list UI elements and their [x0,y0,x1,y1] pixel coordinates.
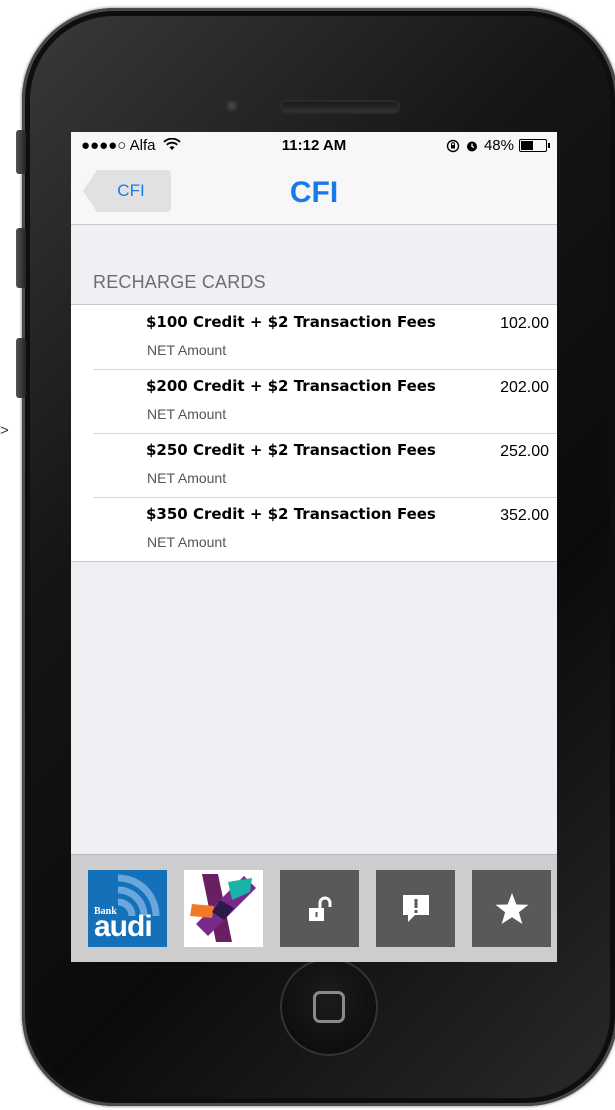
section-header: RECHARGE CARDS [93,272,266,292]
home-square-icon [313,991,345,1023]
card-amount: 102.00 [500,315,549,332]
favorites-button[interactable] [472,870,551,947]
rotation-lock-icon [446,139,460,152]
unlock-icon [308,896,331,921]
colorful-star-logo-icon [190,874,256,942]
card-amount: 352.00 [500,507,549,524]
card-title: $250 Credit + $2 Transaction Fees [146,441,436,459]
card-title: $350 Credit + $2 Transaction Fees [146,505,436,523]
battery-percent: 48% [483,137,514,154]
list-item[interactable]: $250 Credit + $2 Transaction Fees NET Am… [71,433,557,497]
status-right: 48% [446,137,550,154]
unlock-button[interactable] [280,870,359,947]
mute-switch [16,130,26,174]
audi-wordmark: audi [94,910,153,943]
list-item[interactable]: $350 Credit + $2 Transaction Fees NET Am… [71,497,557,561]
list-item[interactable]: $200 Credit + $2 Transaction Fees NET Am… [71,369,557,433]
card-amount: 252.00 [500,443,549,460]
alert-message-button[interactable] [376,870,455,947]
volume-up-button [16,228,26,288]
card-amount: 202.00 [500,379,549,396]
bank-audi-logo-button[interactable]: Bank audi [88,870,167,947]
home-button[interactable] [280,958,378,1056]
bottom-tab-bar: Bank audi [71,854,557,962]
card-subtitle: NET Amount [147,534,227,550]
list-item[interactable]: $100 Credit + $2 Transaction Fees NET Am… [71,305,557,369]
card-subtitle: NET Amount [147,406,227,422]
front-camera [226,100,240,114]
earpiece [280,100,400,114]
star-icon [495,892,528,924]
side-arrow: > [0,422,9,439]
phone-screen: ●●●●○ Alfa 11:12 AM 48% CFI CFI RECHARGE… [71,132,557,962]
page-title: CFI [289,176,339,209]
volume-down-button [16,338,26,398]
alert-message-icon [402,894,429,922]
alarm-icon [466,141,477,151]
card-title: $200 Credit + $2 Transaction Fees [146,377,436,395]
recharge-cards-list: $100 Credit + $2 Transaction Fees NET Am… [71,304,557,562]
battery-fill [521,141,533,150]
battery-icon [519,139,550,152]
colorful-star-logo-button[interactable] [184,870,263,947]
card-subtitle: NET Amount [147,470,227,486]
status-bar: ●●●●○ Alfa 11:12 AM 48% [71,132,557,160]
card-title: $100 Credit + $2 Transaction Fees [146,313,436,331]
card-subtitle: NET Amount [147,342,227,358]
navigation-bar: CFI CFI [71,160,557,225]
